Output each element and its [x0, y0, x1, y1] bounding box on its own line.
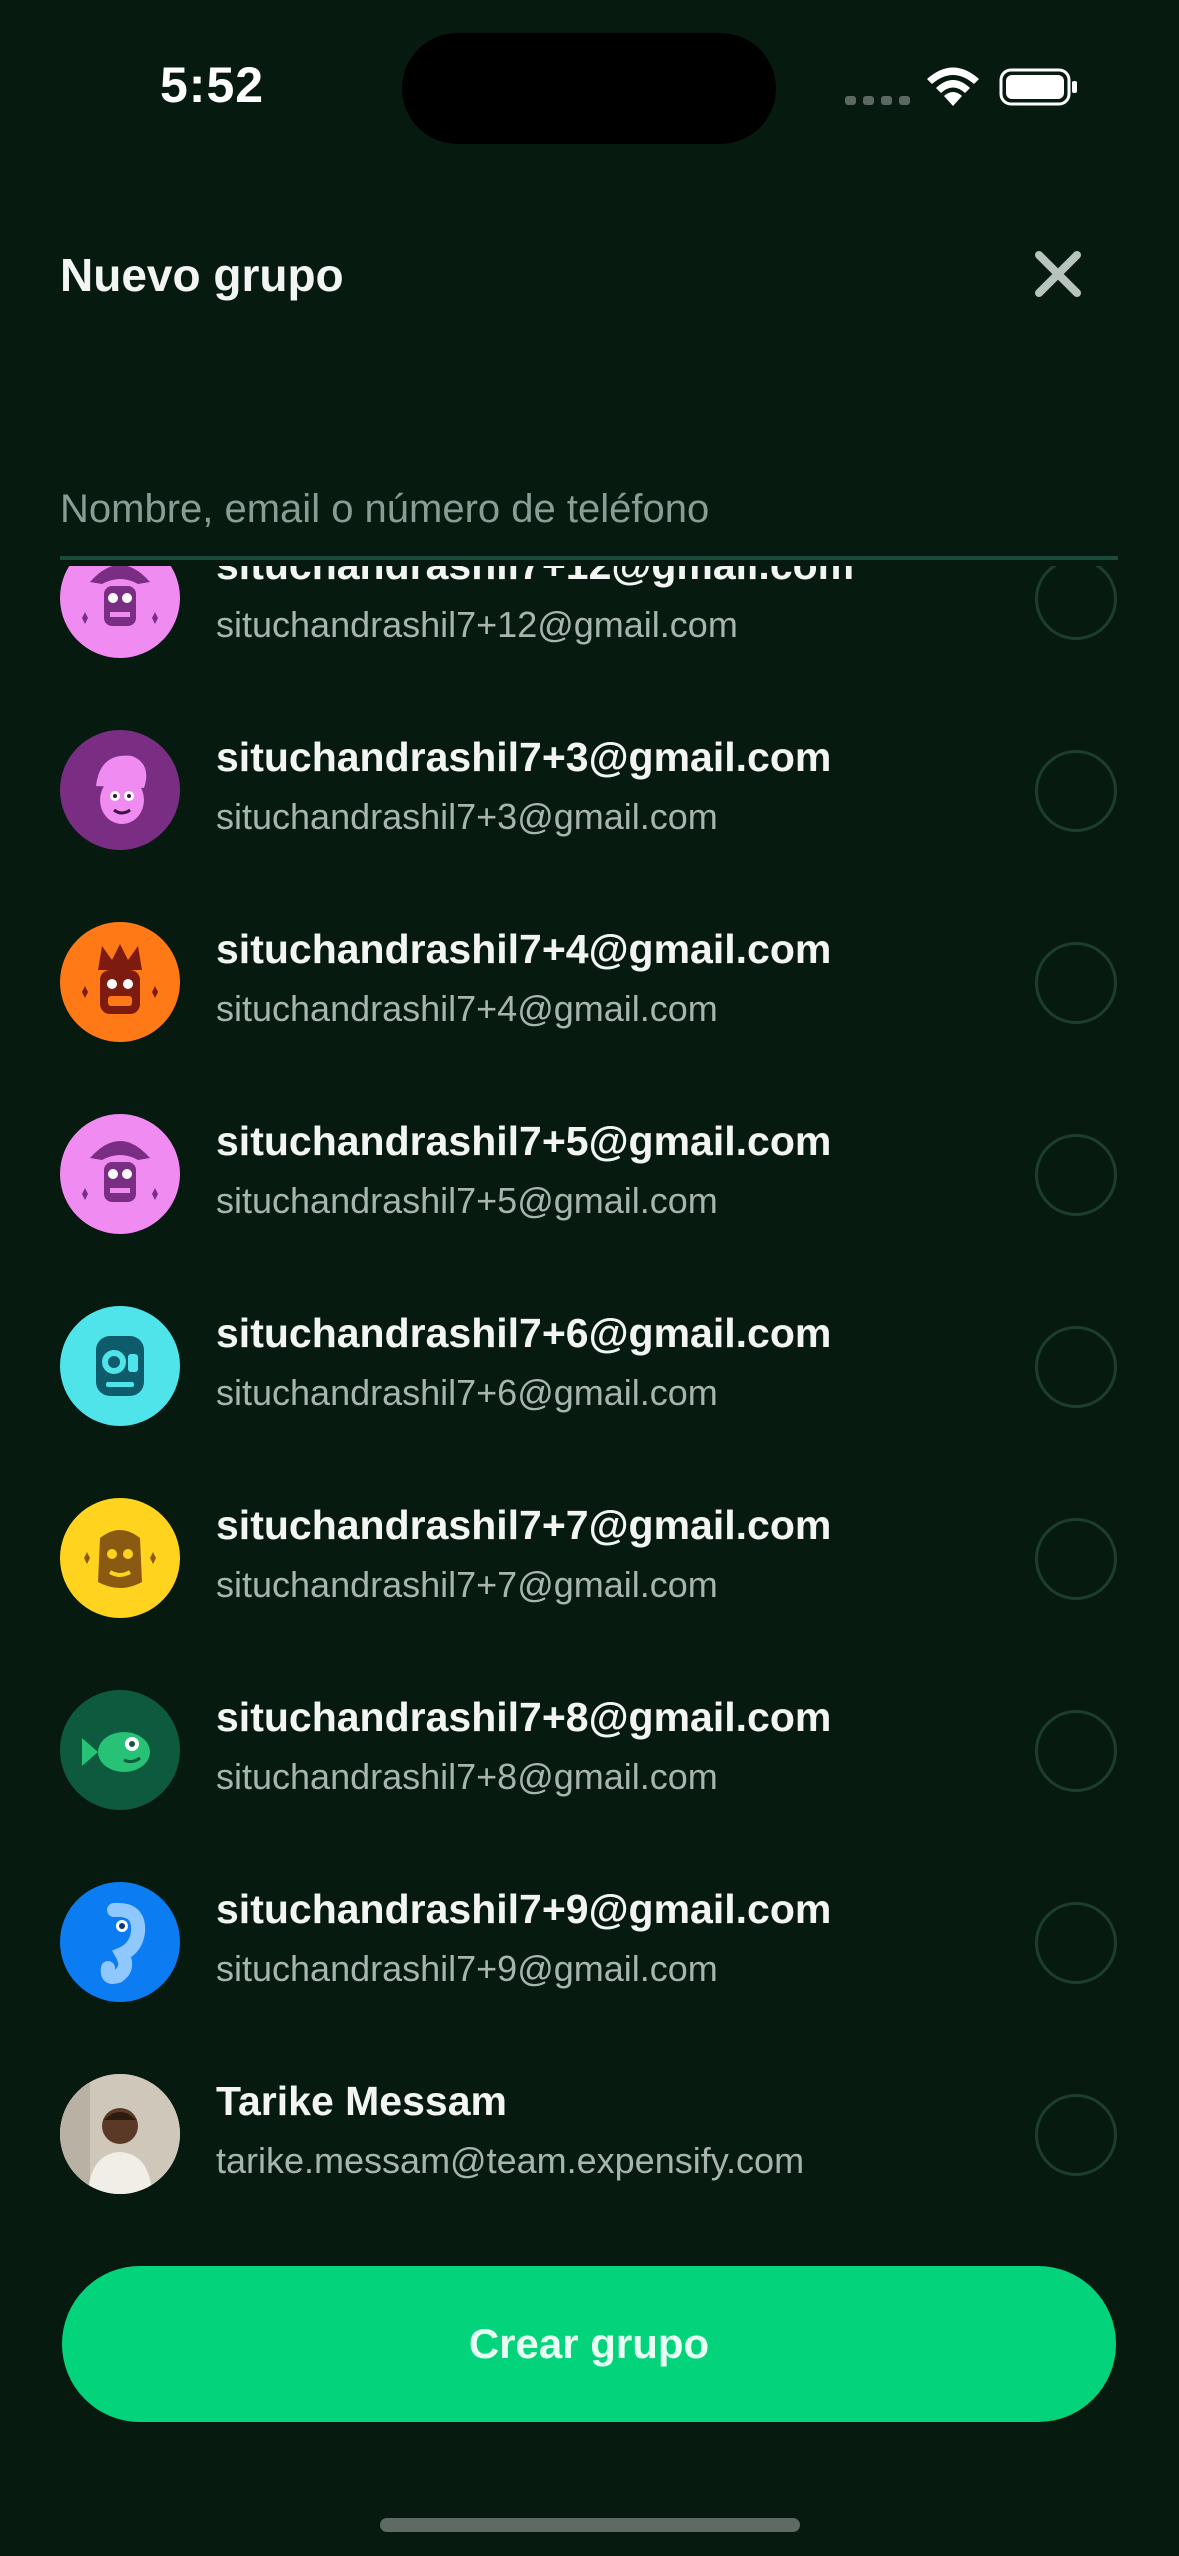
- pink-hair-character-icon: [60, 730, 180, 850]
- member-email: situchandrashil7+4@gmail.com: [216, 988, 718, 1029]
- member-name: situchandrashil7+6@gmail.com: [216, 1310, 832, 1356]
- member-email: situchandrashil7+3@gmail.com: [216, 796, 718, 837]
- home-indicator[interactable]: [380, 2518, 800, 2532]
- member-name: situchandrashil7+9@gmail.com: [216, 1886, 832, 1932]
- list-item[interactable]: situchandrashil7+6@gmail.com situchandra…: [0, 1270, 1179, 1462]
- seahorse-character-icon: [60, 1882, 180, 2002]
- select-radio[interactable]: [1035, 1902, 1117, 1984]
- member-name: situchandrashil7+7@gmail.com: [216, 1502, 832, 1548]
- member-list[interactable]: situchandrashil7+12@gmail.com situchandr…: [0, 566, 1179, 2233]
- wifi-icon: [927, 67, 979, 106]
- list-item[interactable]: situchandrashil7+8@gmail.com situchandra…: [0, 1654, 1179, 1846]
- list-item[interactable]: situchandrashil7+9@gmail.com situchandra…: [0, 1846, 1179, 2038]
- member-email: situchandrashil7+12@gmail.com: [216, 604, 738, 645]
- member-email: situchandrashil7+7@gmail.com: [216, 1564, 718, 1605]
- select-radio[interactable]: [1035, 750, 1117, 832]
- select-radio[interactable]: [1035, 1518, 1117, 1600]
- battery-icon: [999, 68, 1077, 106]
- select-radio[interactable]: [1035, 1326, 1117, 1408]
- select-radio[interactable]: [1035, 566, 1117, 640]
- status-time: 5:52: [160, 57, 265, 113]
- select-radio[interactable]: [1035, 1134, 1117, 1216]
- create-group-label: Crear grupo: [468, 2320, 710, 2367]
- member-name: situchandrashil7+4@gmail.com: [216, 926, 832, 972]
- select-radio[interactable]: [1035, 1710, 1117, 1792]
- king-character-icon: [60, 922, 180, 1042]
- search-field[interactable]: [60, 448, 1118, 560]
- member-email: situchandrashil7+6@gmail.com: [216, 1372, 718, 1413]
- list-item[interactable]: situchandrashil7+5@gmail.com situchandra…: [0, 1078, 1179, 1270]
- page-title: Nuevo grupo: [60, 249, 344, 301]
- user-photo: [60, 2074, 180, 2194]
- member-name: situchandrashil7+5@gmail.com: [216, 1118, 832, 1164]
- member-name: situchandrashil7+8@gmail.com: [216, 1694, 832, 1740]
- member-email: situchandrashil7+8@gmail.com: [216, 1756, 718, 1797]
- select-radio[interactable]: [1035, 942, 1117, 1024]
- member-email: tarike.messam@team.expensify.com: [216, 2140, 805, 2181]
- list-item[interactable]: situchandrashil7+7@gmail.com situchandra…: [0, 1462, 1179, 1654]
- close-icon: [1035, 251, 1081, 297]
- member-email: situchandrashil7+5@gmail.com: [216, 1180, 718, 1221]
- robot-character-icon: [60, 1306, 180, 1426]
- list-item[interactable]: Tarike Messam tarike.messam@team.expensi…: [0, 2038, 1179, 2230]
- select-radio[interactable]: [1035, 2094, 1117, 2176]
- screen: 5:52 Nuevo grupo Nombre, email o número …: [0, 0, 1179, 2556]
- member-name: situchandrashil7+3@gmail.com: [216, 734, 832, 780]
- cellular-signal-icon: [845, 96, 910, 105]
- cowboy-character-icon: [60, 566, 180, 658]
- fish-character-icon: [60, 1690, 180, 1810]
- create-group-button[interactable]: Crear grupo: [62, 2266, 1116, 2422]
- member-name: Tarike Messam: [216, 2078, 507, 2124]
- cowboy-character-icon: [60, 1114, 180, 1234]
- close-button[interactable]: [1030, 246, 1086, 302]
- list-item[interactable]: situchandrashil7+3@gmail.com situchandra…: [0, 694, 1179, 886]
- dynamic-island: [402, 33, 776, 144]
- tiger-character-icon: [60, 1498, 180, 1618]
- search-input[interactable]: [60, 448, 1118, 556]
- member-email: situchandrashil7+9@gmail.com: [216, 1948, 718, 1989]
- member-name: situchandrashil7+12@gmail.com: [216, 566, 854, 589]
- list-item[interactable]: situchandrashil7+4@gmail.com situchandra…: [0, 886, 1179, 1078]
- list-item[interactable]: situchandrashil7+12@gmail.com situchandr…: [0, 566, 1179, 694]
